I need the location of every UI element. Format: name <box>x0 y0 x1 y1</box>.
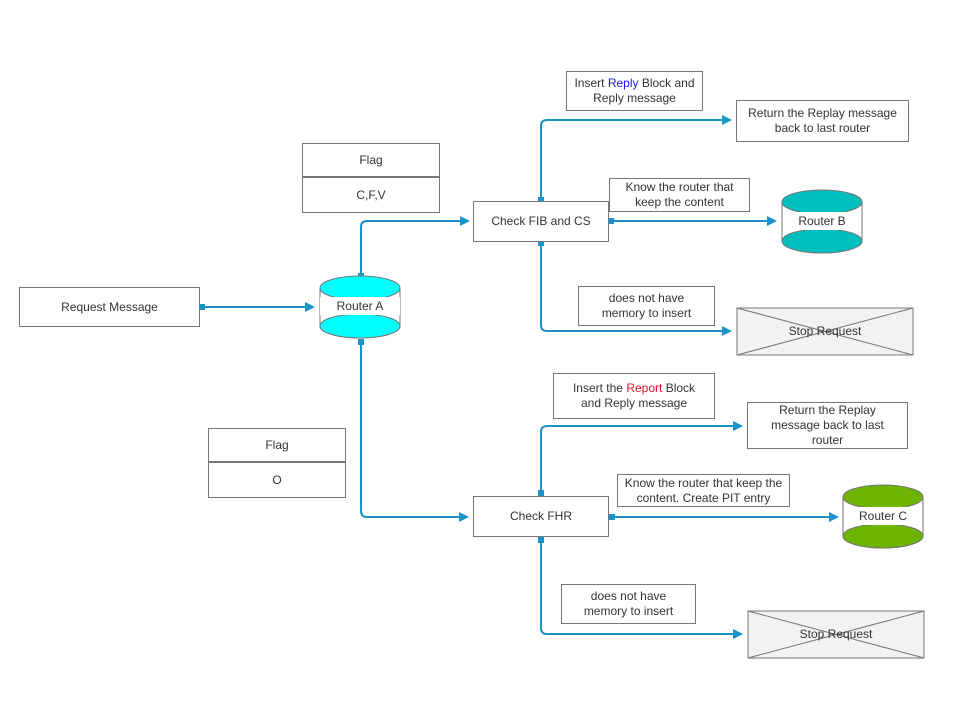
stop-request-bottom-label[interactable]: Stop Request <box>748 611 924 658</box>
return-replay-top-node[interactable]: Return the Replay message back to last r… <box>736 100 909 142</box>
flag-table-top: Flag C,F,V <box>302 143 440 213</box>
flag-value: O <box>272 473 282 487</box>
flag-header: Flag <box>209 429 345 463</box>
note-know-router-top: Know the router that keep the content <box>609 178 750 212</box>
note-text: Insert the <box>572 381 627 395</box>
router-b-label: Router B <box>783 212 861 230</box>
connector-router-a-to-check-fib <box>360 216 470 276</box>
note-insert-reply-text: Insert Reply Block and Reply message <box>567 76 702 106</box>
note-insert-report-text: Insert the Report Block and Reply messag… <box>564 381 704 411</box>
return-replay-top-label: Return the Replay message back to last r… <box>748 106 897 135</box>
stop-request-top-label[interactable]: Stop Request <box>737 308 913 355</box>
router-a-label: Router A <box>320 297 400 315</box>
connector-port <box>538 537 544 543</box>
flag-table-bottom: Flag O <box>208 428 346 498</box>
note-insert-reply: Insert Reply Block and Reply message <box>566 71 703 111</box>
flag-header: Flag <box>303 144 439 178</box>
connector-port <box>358 339 364 345</box>
check-fib-cs-label: Check FIB and CS <box>491 214 591 228</box>
return-replay-bottom-label: Return the Replay message back to last r… <box>771 403 884 447</box>
reply-highlight: Reply <box>607 76 639 90</box>
request-message-node[interactable]: Request Message <box>19 287 200 327</box>
flag-value: C,F,V <box>356 188 386 202</box>
note-know-router-top-text: Know the router that keep the content <box>625 180 734 209</box>
report-highlight: Report <box>626 381 663 395</box>
connector-router-a-to-check-fhr <box>360 342 469 522</box>
check-fhr-node[interactable]: Check FHR <box>473 496 609 537</box>
connector-port <box>609 514 615 520</box>
note-know-router-bottom-text: Know the router that keep the content. C… <box>624 475 783 505</box>
return-replay-bottom-node[interactable]: Return the Replay message back to last r… <box>747 402 908 449</box>
request-message-label: Request Message <box>61 299 158 314</box>
note-no-memory-top: does not have memory to insert <box>578 286 715 326</box>
note-insert-report: Insert the Report Block and Reply messag… <box>553 373 715 419</box>
note-text: Insert <box>574 76 608 90</box>
note-no-memory-bottom-text: does not have memory to insert <box>583 589 674 618</box>
check-fib-cs-node[interactable]: Check FIB and CS <box>473 201 609 242</box>
note-know-router-bottom: Know the router that keep the content. C… <box>617 474 790 507</box>
note-no-memory-bottom: does not have memory to insert <box>561 584 696 624</box>
router-c-label: Router C <box>844 507 922 525</box>
check-fhr-label: Check FHR <box>509 509 572 523</box>
note-no-memory-top-text: does not have memory to insert <box>601 291 692 320</box>
